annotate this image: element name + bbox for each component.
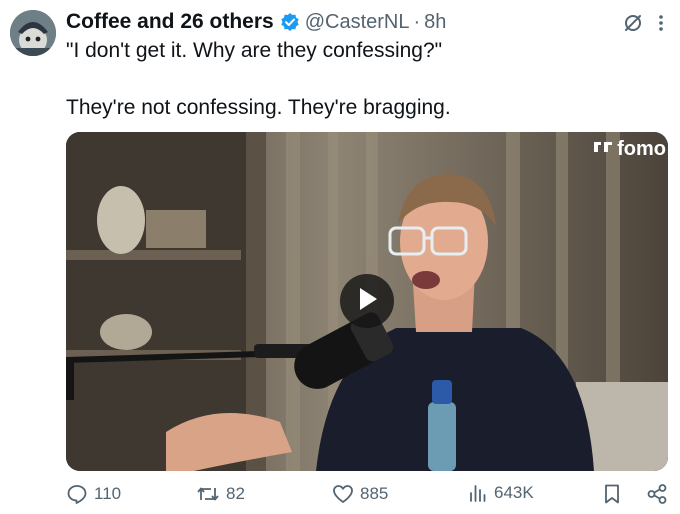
share-icon <box>646 483 668 505</box>
author-handle[interactable]: @CasterNL <box>305 11 410 34</box>
reply-count: 110 <box>94 484 122 503</box>
avatar[interactable] <box>10 10 56 56</box>
bookmark-icon <box>602 483 622 505</box>
reply-icon <box>66 483 88 505</box>
like-count: 885 <box>360 484 389 503</box>
share-button[interactable] <box>646 483 668 505</box>
views-count: 643K <box>494 483 534 502</box>
repost-icon <box>196 483 220 505</box>
tweet-text-line-2: They're not confessing. They're bragging… <box>66 96 451 119</box>
author-name[interactable]: Coffee and 26 others <box>66 10 274 34</box>
more-icon[interactable] <box>658 13 664 38</box>
video-player[interactable]: fomo <box>66 132 668 471</box>
verified-badge-icon <box>280 12 300 32</box>
tweet-actions: 110 82 885 643K <box>66 483 668 507</box>
timestamp[interactable]: 8h <box>424 11 446 34</box>
tweet-header: Coffee and 26 others @CasterNL · 8h <box>66 9 446 35</box>
fomo-logo-icon <box>592 138 614 161</box>
reply-button[interactable]: 110 <box>66 483 121 505</box>
tweet-text-line-1: "I don't get it. Why are they confessing… <box>66 39 443 62</box>
views-button[interactable]: 643K <box>468 483 534 503</box>
repost-count: 82 <box>226 484 245 503</box>
tweet-top-actions <box>622 12 664 39</box>
grok-icon[interactable] <box>622 12 644 39</box>
separator: · <box>413 10 421 33</box>
like-button[interactable]: 885 <box>332 483 388 505</box>
brand-label: fomo <box>617 138 666 160</box>
like-icon <box>332 483 354 505</box>
fomo-watermark: fomo <box>592 138 666 161</box>
repost-button[interactable]: 82 <box>196 483 245 505</box>
bookmark-button[interactable] <box>602 483 622 505</box>
play-button[interactable] <box>340 274 394 328</box>
views-icon <box>468 483 488 503</box>
play-icon <box>355 286 379 317</box>
